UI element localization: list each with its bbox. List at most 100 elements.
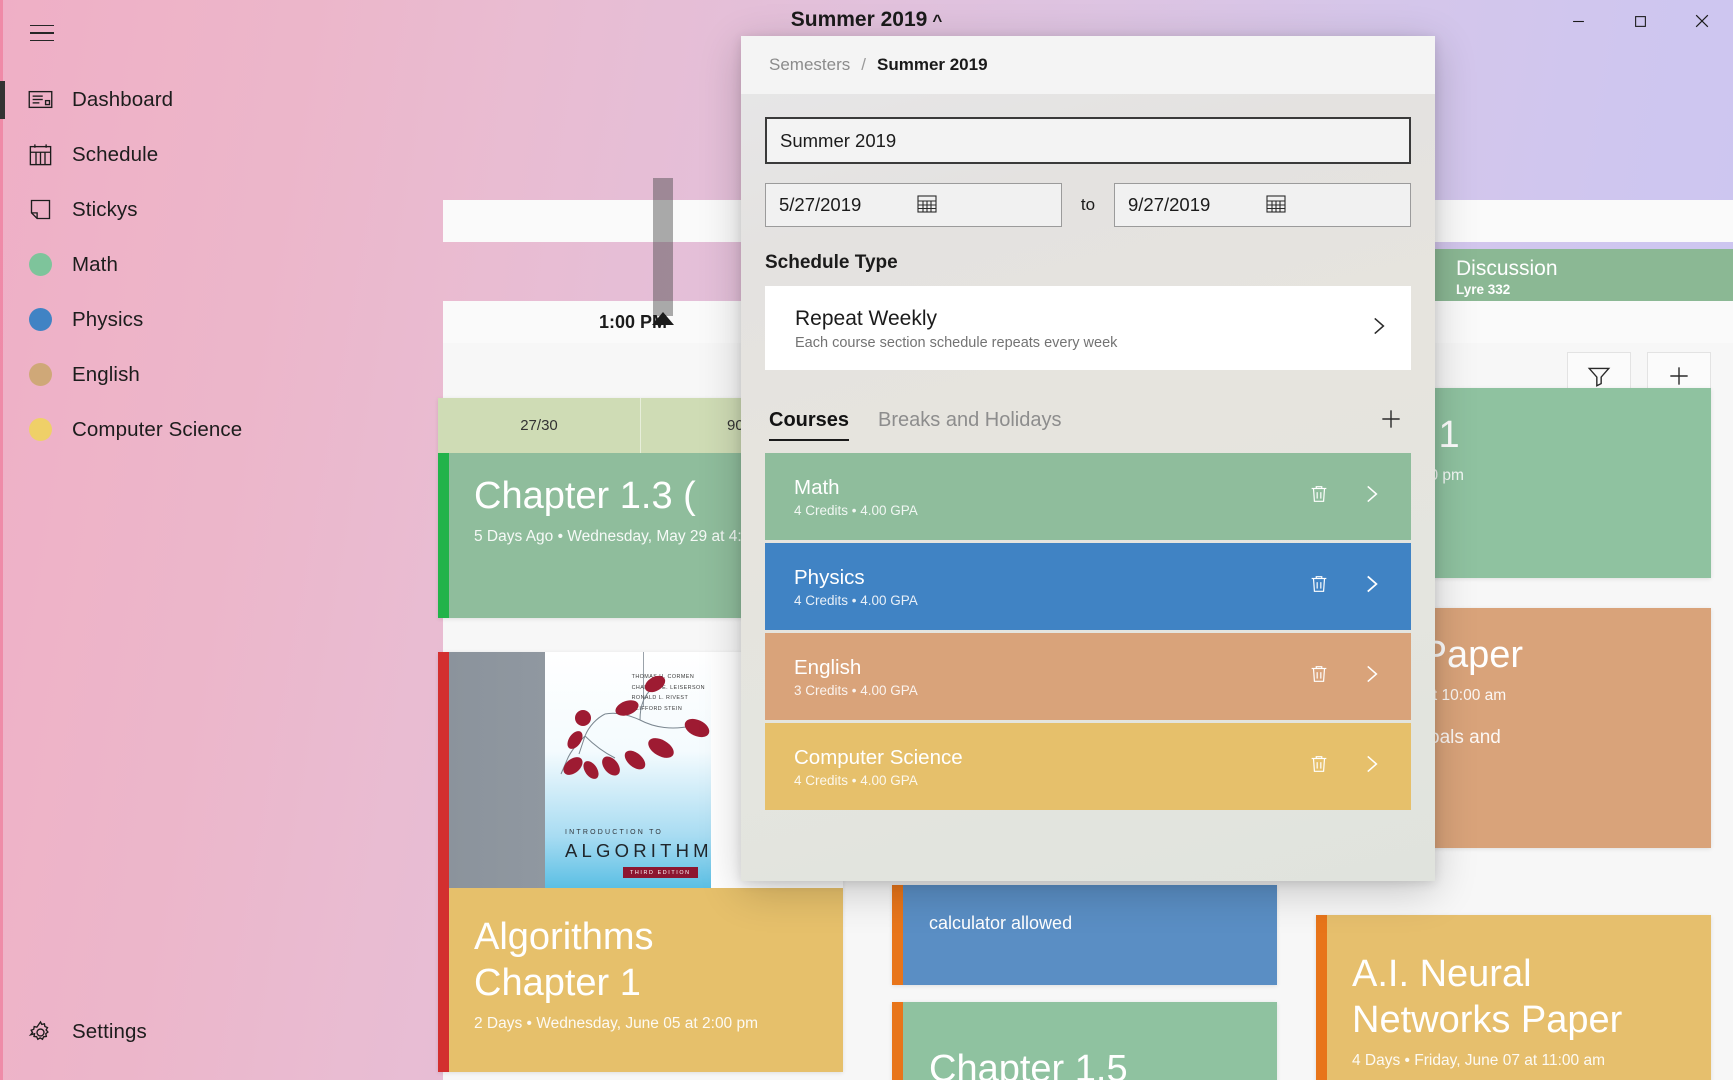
color-dot-icon	[18, 308, 62, 331]
dialog-tabs: Courses Breaks and Holidays	[769, 401, 1411, 441]
dashboard-icon	[18, 86, 62, 113]
minimize-button[interactable]	[1547, 0, 1609, 42]
gear-icon	[18, 1019, 62, 1046]
course-meta: 4 Credits • 4.00 GPA	[794, 503, 918, 518]
calendar-icon[interactable]	[915, 191, 1051, 220]
color-dot-icon	[18, 363, 62, 386]
sidebar-item-schedule[interactable]: Schedule	[0, 127, 443, 182]
course-row-physics[interactable]: Physics 4 Credits • 4.00 GPA	[765, 543, 1411, 630]
book-kicker: INTRODUCTION TO	[565, 829, 664, 836]
start-date-field[interactable]: 5/27/2019	[765, 183, 1062, 227]
hamburger-menu-icon[interactable]	[16, 8, 68, 58]
sidebar-item-label: Physics	[72, 307, 144, 331]
open-course-button[interactable]	[1345, 481, 1397, 512]
start-date-value: 5/27/2019	[779, 194, 862, 215]
semester-name-input[interactable]	[765, 117, 1411, 164]
delete-course-button[interactable]	[1293, 483, 1345, 510]
sidebar-item-label: Settings	[72, 1020, 147, 1043]
card-accent	[892, 885, 903, 985]
tab-courses[interactable]: Courses	[769, 409, 850, 441]
card-accent	[892, 1002, 903, 1080]
semester-edit-dialog: Semesters / Summer 2019 5/27/2019	[741, 36, 1435, 881]
course-row-english[interactable]: English 3 Credits • 4.00 GPA	[765, 633, 1411, 720]
close-button[interactable]	[1671, 0, 1733, 42]
window-controls	[1547, 0, 1733, 42]
course-name: Computer Science	[794, 746, 963, 769]
sidebar-item-math[interactable]: Math	[0, 237, 443, 292]
open-course-button[interactable]	[1345, 571, 1397, 602]
sidebar-item-label: English	[72, 362, 140, 386]
end-date-field[interactable]: 9/27/2019	[1114, 183, 1411, 227]
schedule-type-selector[interactable]: Repeat Weekly Each course section schedu…	[765, 286, 1411, 370]
chevron-right-icon	[1358, 661, 1384, 692]
calendar-icon	[18, 141, 62, 168]
sidebar-item-label: Stickys	[72, 197, 138, 221]
delete-course-button[interactable]	[1293, 753, 1345, 780]
card-title: calculator allowed	[929, 913, 1073, 933]
sidebar: Dashboard Schedule Stickys Math Physics …	[0, 0, 443, 1080]
sidebar-item-label: Computer Science	[72, 417, 243, 441]
card-stat: 27/30	[438, 398, 641, 453]
add-course-button[interactable]	[1371, 401, 1411, 441]
sidebar-item-label: Math	[72, 252, 118, 276]
sticky-note-icon	[18, 196, 62, 223]
tab-breaks-and-holidays[interactable]: Breaks and Holidays	[878, 409, 1061, 441]
card-chapter-15[interactable]: Chapter 1.5	[892, 1002, 1277, 1080]
book-edition: THIRD EDITION	[623, 867, 698, 878]
sidebar-item-label: Dashboard	[72, 87, 174, 111]
book-title: ALGORITHMS	[565, 840, 711, 861]
current-time-marker	[653, 178, 673, 316]
chevron-right-icon	[1365, 313, 1391, 344]
open-course-button[interactable]	[1345, 661, 1397, 692]
breadcrumb-separator: /	[861, 55, 866, 74]
breadcrumb: Semesters / Summer 2019	[741, 36, 1435, 94]
sidebar-item-settings[interactable]: Settings	[18, 1008, 147, 1056]
calendar-icon[interactable]	[1264, 191, 1400, 220]
course-meta: 4 Credits • 4.00 GPA	[794, 773, 918, 788]
trash-icon	[1308, 483, 1330, 510]
course-name: English	[794, 656, 862, 679]
sidebar-item-computer-science[interactable]: Computer Science	[0, 402, 443, 457]
sidebar-item-physics[interactable]: Physics	[0, 292, 443, 347]
app-root: 27/30 90% Chapter 1.3 ( 5 Days Ago • Wed…	[0, 0, 1733, 1080]
color-dot-icon	[18, 418, 62, 441]
course-name: Math	[794, 476, 840, 499]
breadcrumb-parent-link[interactable]: Semesters	[769, 55, 850, 75]
sidebar-item-dashboard[interactable]: Dashboard	[0, 72, 443, 127]
maximize-button[interactable]	[1609, 0, 1671, 42]
course-row-math[interactable]: Math 4 Credits • 4.00 GPA	[765, 453, 1411, 540]
schedule-type-heading: Schedule Type	[765, 252, 898, 273]
card-subtitle: 2 Days • Wednesday, June 05 at 2:00 pm	[474, 1015, 759, 1032]
card-title: A.I. Neural Networks Paper	[1352, 953, 1623, 1041]
delete-course-button[interactable]	[1293, 573, 1345, 600]
sidebar-item-stickys[interactable]: Stickys	[0, 182, 443, 237]
card-title: Chapter 1.5	[929, 1048, 1128, 1080]
card-ai-neural-networks-paper[interactable]: A.I. Neural Networks Paper 4 Days • Frid…	[1316, 915, 1711, 1080]
date-range-row: 5/27/2019 to 9/27/2019	[765, 183, 1411, 227]
dialog-body: 5/27/2019 to 9/27/2019	[741, 94, 1435, 810]
schedule-type-title: Repeat Weekly	[795, 307, 938, 330]
sidebar-item-label: Schedule	[72, 142, 159, 166]
course-name: Physics	[794, 566, 865, 589]
card-calculator-allowed[interactable]: calculator allowed	[892, 885, 1277, 985]
delete-course-button[interactable]	[1293, 663, 1345, 690]
trash-icon	[1308, 663, 1330, 690]
sidebar-nav-list: Dashboard Schedule Stickys Math Physics …	[0, 72, 443, 457]
date-range-separator: to	[1080, 195, 1096, 214]
course-meta: 3 Credits • 4.00 GPA	[794, 683, 918, 698]
schedule-type-description: Each course section schedule repeats eve…	[795, 335, 1118, 351]
breadcrumb-current: Summer 2019	[876, 55, 988, 74]
book-cover-image: THOMAS H. CORMENCHARLES E. LEISERSONRONA…	[449, 652, 711, 888]
card-subtitle: 4 Days • Friday, June 07 at 11:00 am	[1352, 1052, 1605, 1069]
current-time-arrow-icon	[652, 312, 674, 325]
open-course-button[interactable]	[1345, 751, 1397, 782]
chevron-right-icon	[1358, 751, 1384, 782]
end-date-value: 9/27/2019	[1128, 194, 1211, 215]
course-meta: 4 Credits • 4.00 GPA	[794, 593, 918, 608]
sidebar-item-english[interactable]: English	[0, 347, 443, 402]
course-list: Math 4 Credits • 4.00 GPA Physics 4 Cred…	[765, 453, 1411, 810]
trash-icon	[1308, 753, 1330, 780]
course-row-computer-science[interactable]: Computer Science 4 Credits • 4.00 GPA	[765, 723, 1411, 810]
card-accent	[1316, 915, 1327, 1080]
add-icon	[1378, 406, 1404, 437]
